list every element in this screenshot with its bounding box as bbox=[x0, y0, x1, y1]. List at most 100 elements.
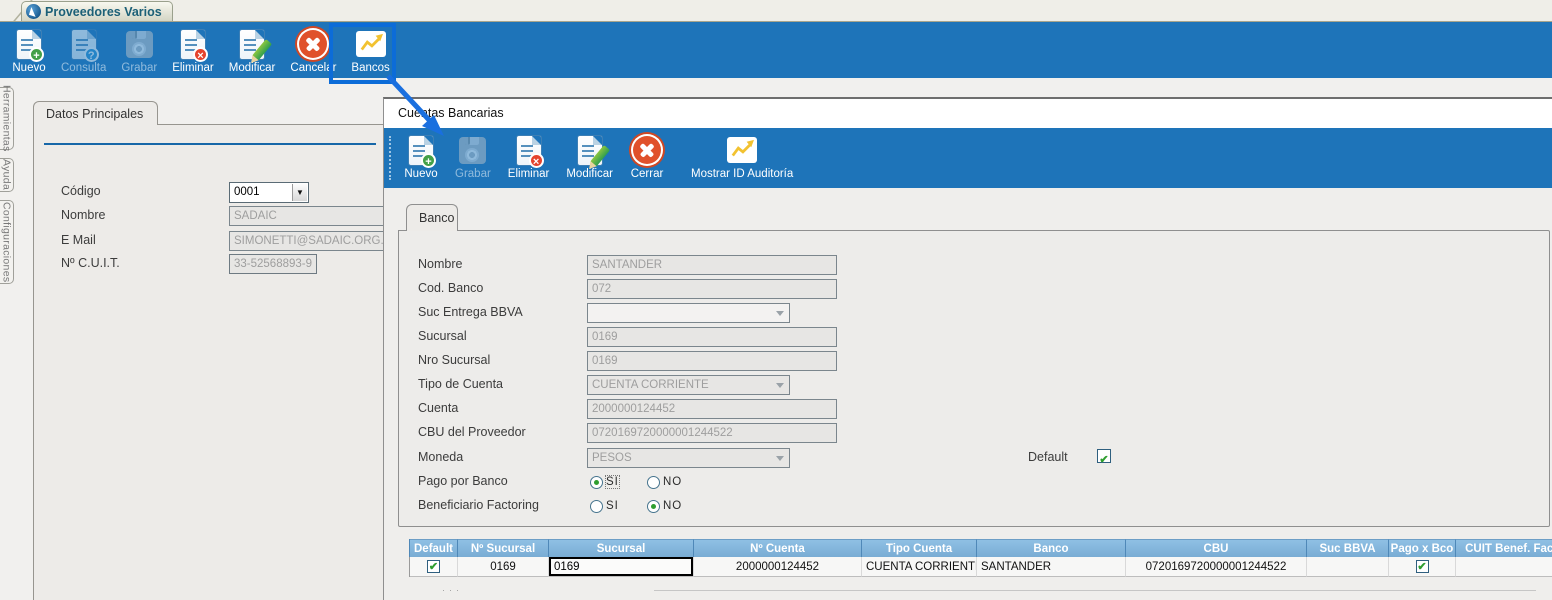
moneda-dropdown[interactable]: PESOS bbox=[587, 448, 790, 468]
tab-datos-principales[interactable]: Datos Principales bbox=[33, 101, 158, 125]
cod-banco-label: Cod. Banco bbox=[418, 281, 483, 295]
tipo-cuenta-dropdown[interactable]: CUENTA CORRIENTE bbox=[587, 375, 790, 395]
floppy-disk-icon bbox=[122, 28, 156, 60]
pago-banco-no-radio[interactable] bbox=[647, 476, 660, 489]
sucursal-edit-field[interactable]: 0169 bbox=[549, 557, 693, 576]
datos-principales-panel: Código 0001 ▼ Nombre SADAIC E Mail SIMON… bbox=[33, 124, 384, 600]
col-tipo-cuenta[interactable]: Tipo Cuenta bbox=[862, 539, 977, 557]
codigo-combobox[interactable]: 0001 ▼ bbox=[229, 182, 309, 203]
bank-window-title: Cuentas Bancarias bbox=[398, 106, 504, 120]
factoring-si-radio[interactable] bbox=[590, 500, 603, 513]
app-tab-label: Proveedores Varios bbox=[45, 5, 162, 19]
modificar-button[interactable]: Modificar bbox=[225, 27, 280, 74]
default-checkbox[interactable]: ✔ bbox=[1097, 449, 1111, 463]
banco-groupbox: Nombre SANTANDER Cod. Banco 072 Suc Entr… bbox=[398, 230, 1550, 527]
nuevo-button[interactable]: + Nuevo bbox=[8, 27, 50, 74]
bank-accounts-grid: Default Nº Sucursal Sucursal Nº Cuenta T… bbox=[409, 539, 1552, 577]
combo-dropdown-icon[interactable]: ▼ bbox=[292, 184, 307, 201]
suc-entrega-bbva-label: Suc Entrega BBVA bbox=[418, 305, 523, 319]
row-pago-checkbox[interactable]: ✔ bbox=[1416, 560, 1429, 573]
row-default-checkbox[interactable]: ✔ bbox=[427, 560, 440, 573]
cuenta-field[interactable]: 2000000124452 bbox=[587, 399, 837, 419]
nro-sucursal-field[interactable]: 0169 bbox=[587, 351, 837, 371]
document-edit-icon bbox=[573, 134, 607, 166]
cuit-field[interactable]: 33-52568893-9 bbox=[229, 254, 317, 274]
cell-nro-sucursal[interactable]: 0169 bbox=[458, 557, 549, 577]
cell-suc-bbva[interactable] bbox=[1307, 557, 1389, 577]
eliminar-button[interactable]: × Eliminar bbox=[168, 27, 218, 74]
bank-nuevo-button[interactable]: + Nuevo bbox=[400, 133, 442, 180]
grid-header-row: Default Nº Sucursal Sucursal Nº Cuenta T… bbox=[409, 539, 1552, 557]
main-toolbar: + Nuevo ? Consulta Grabar × Eliminar Mod… bbox=[0, 21, 1552, 78]
sidebar-tab-herramientas[interactable]: Herramientas bbox=[0, 87, 14, 150]
col-banco[interactable]: Banco bbox=[977, 539, 1126, 557]
app-logo-icon bbox=[26, 4, 41, 19]
checkmark-icon: ✔ bbox=[429, 561, 438, 573]
bank-sucursal-label: Sucursal bbox=[418, 329, 467, 343]
dropdown-arrow-icon bbox=[776, 456, 784, 461]
grid-data-row[interactable]: ✔ 0169 0169 2000000124452 CUENTA CORRIEN… bbox=[409, 557, 1552, 577]
cell-banco[interactable]: SANTANDER bbox=[977, 557, 1126, 577]
checkmark-icon: ✔ bbox=[1417, 561, 1426, 573]
grabar-button[interactable]: Grabar bbox=[117, 27, 161, 74]
col-nro-cuenta[interactable]: Nº Cuenta bbox=[694, 539, 862, 557]
document-add-icon: + bbox=[12, 28, 46, 60]
pago-por-banco-label: Pago por Banco bbox=[418, 474, 508, 488]
splitter-line bbox=[654, 590, 1536, 591]
bank-modificar-button[interactable]: Modificar bbox=[562, 133, 617, 180]
pago-banco-si-label[interactable]: SI bbox=[606, 476, 619, 488]
nro-sucursal-label: Nro Sucursal bbox=[418, 353, 490, 367]
col-sucursal[interactable]: Sucursal bbox=[549, 539, 694, 557]
cancel-circle-icon bbox=[296, 28, 330, 60]
document-delete-icon: × bbox=[512, 134, 546, 166]
col-pago-x-bco[interactable]: Pago x Bco bbox=[1389, 539, 1456, 557]
mostrar-id-auditoria-button[interactable]: Mostrar ID Auditoría bbox=[687, 133, 797, 180]
cell-pago-x-bco[interactable]: ✔ bbox=[1389, 557, 1456, 577]
cell-cuit-benef[interactable] bbox=[1456, 557, 1552, 577]
factoring-no-label[interactable]: NO bbox=[663, 500, 682, 512]
bank-cerrar-button[interactable]: Cerrar bbox=[626, 133, 668, 180]
col-cbu[interactable]: CBU bbox=[1126, 539, 1307, 557]
document-add-icon: + bbox=[404, 134, 438, 166]
bank-window-titlebar: Cuentas Bancarias bbox=[384, 99, 1552, 128]
col-nro-sucursal[interactable]: Nº Sucursal bbox=[458, 539, 549, 557]
cell-tipo-cuenta[interactable]: CUENTA CORRIENTE bbox=[862, 557, 977, 577]
consulta-button[interactable]: ? Consulta bbox=[57, 27, 110, 74]
suc-entrega-bbva-dropdown[interactable] bbox=[587, 303, 790, 323]
bank-grabar-button[interactable]: Grabar bbox=[451, 133, 495, 180]
col-cuit-benef[interactable]: CUIT Benef. Factoring bbox=[1456, 539, 1552, 557]
cbu-proveedor-field[interactable]: 0720169720000001244522 bbox=[587, 423, 837, 443]
tipo-cuenta-label: Tipo de Cuenta bbox=[418, 377, 503, 391]
floppy-disk-icon bbox=[456, 134, 490, 166]
panel-accent-line bbox=[44, 143, 376, 145]
bancos-highlight-box bbox=[329, 23, 396, 84]
cbu-proveedor-label: CBU del Proveedor bbox=[418, 425, 526, 439]
sidebar-tab-ayuda[interactable]: Ayuda bbox=[0, 158, 14, 192]
cod-banco-field[interactable]: 072 bbox=[587, 279, 837, 299]
tab-banco[interactable]: Banco bbox=[406, 204, 458, 231]
sidebar-tab-configuraciones[interactable]: Configuraciones bbox=[0, 200, 14, 284]
dropdown-arrow-icon bbox=[776, 311, 784, 316]
pago-banco-si-radio[interactable] bbox=[590, 476, 603, 489]
default-label: Default bbox=[1028, 450, 1068, 464]
dropdown-arrow-icon bbox=[776, 383, 784, 388]
bank-eliminar-button[interactable]: × Eliminar bbox=[504, 133, 554, 180]
cell-sucursal[interactable]: 0169 bbox=[549, 557, 694, 577]
nombre-label: Nombre bbox=[61, 208, 105, 222]
cell-cbu[interactable]: 0720169720000001244522 bbox=[1126, 557, 1307, 577]
bank-sucursal-field[interactable]: 0169 bbox=[587, 327, 837, 347]
bank-nombre-label: Nombre bbox=[418, 257, 462, 271]
moneda-label: Moneda bbox=[418, 450, 463, 464]
col-suc-bbva[interactable]: Suc BBVA bbox=[1307, 539, 1389, 557]
factoring-no-radio[interactable] bbox=[647, 500, 660, 513]
tab-proveedores-varios[interactable]: Proveedores Varios bbox=[21, 1, 173, 21]
toolbar-gripper[interactable] bbox=[389, 136, 391, 180]
splitter-grip-dots[interactable]: ··· bbox=[442, 588, 482, 592]
cell-nro-cuenta[interactable]: 2000000124452 bbox=[694, 557, 862, 577]
chart-trend-icon bbox=[725, 134, 759, 166]
cell-default[interactable]: ✔ bbox=[410, 557, 458, 577]
factoring-si-label[interactable]: SI bbox=[606, 500, 619, 512]
pago-banco-no-label[interactable]: NO bbox=[663, 476, 682, 488]
bank-nombre-field[interactable]: SANTANDER bbox=[587, 255, 837, 275]
col-default[interactable]: Default bbox=[410, 539, 458, 557]
